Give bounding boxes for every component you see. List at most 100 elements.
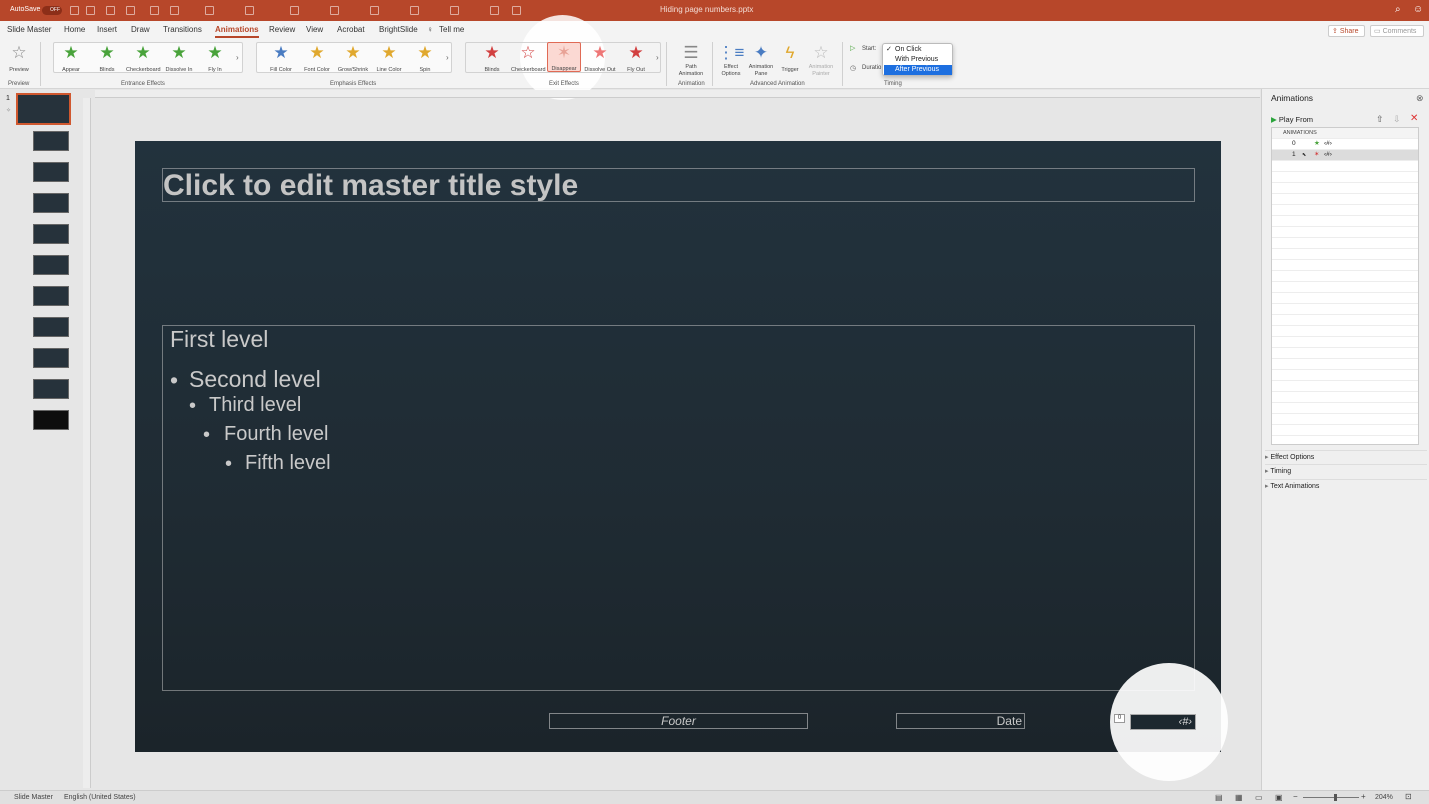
undo-icon[interactable]: [86, 6, 95, 15]
master-thumbnail[interactable]: [16, 93, 71, 125]
effect-grow-shrink[interactable]: ★ Grow/Shrink: [336, 43, 370, 81]
slide-sorter-icon[interactable]: ▦: [1235, 793, 1243, 802]
slideshow-icon[interactable]: ▣: [1275, 793, 1283, 802]
effect-dissolve-out[interactable]: ★ Dissolve Out: [583, 43, 617, 81]
zoom-in-icon[interactable]: +: [1361, 792, 1366, 801]
effect-spin[interactable]: ★ Spin: [408, 43, 442, 81]
option-after-previous[interactable]: After Previous: [884, 65, 952, 75]
tab-brightslide[interactable]: BrightSlide: [379, 25, 418, 34]
quick-access-icon[interactable]: [450, 6, 459, 15]
layout-thumbnail[interactable]: [33, 317, 69, 337]
option-on-click[interactable]: ✓ On Click: [884, 45, 952, 55]
effect-options-button[interactable]: ⋮≡ Effect Options: [714, 43, 748, 81]
reading-view-icon[interactable]: ▭: [1255, 793, 1263, 802]
layout-thumbnail[interactable]: [33, 379, 69, 399]
effect-checkerboard-in[interactable]: ★ Checkerboard: [126, 43, 161, 81]
effect-disappear[interactable]: ✶ Disappear: [547, 42, 581, 72]
effect-blinds-out[interactable]: ★ Blinds: [475, 43, 509, 81]
effect-fly-out[interactable]: ★ Fly Out: [619, 43, 653, 81]
layout-thumbnail[interactable]: [33, 255, 69, 275]
quick-access-icon[interactable]: [205, 6, 214, 15]
tab-view[interactable]: View: [306, 25, 323, 34]
redo-icon[interactable]: [106, 6, 115, 15]
slide-canvas[interactable]: Click to edit master title style First l…: [135, 141, 1221, 752]
effect-font-color[interactable]: ★ Font Color: [300, 43, 334, 81]
play-icon: ▶: [1271, 115, 1279, 124]
close-icon[interactable]: ⊗: [1416, 93, 1424, 104]
zoom-slider[interactable]: [1303, 797, 1359, 798]
tab-home[interactable]: Home: [64, 25, 85, 34]
quick-access-icon[interactable]: [370, 6, 379, 15]
fit-to-window-icon[interactable]: ⊡: [1405, 792, 1412, 801]
zoom-level[interactable]: 204%: [1375, 794, 1393, 801]
quick-access-icon[interactable]: [126, 6, 135, 15]
layout-thumbnail[interactable]: [33, 348, 69, 368]
effect-line-color[interactable]: ★ Line Color: [372, 43, 406, 81]
normal-view-icon[interactable]: ▤: [1215, 793, 1223, 802]
effect-blinds-in[interactable]: ★ Blinds: [90, 43, 124, 81]
trigger-button[interactable]: ϟ Trigger: [774, 43, 806, 81]
animation-painter-button[interactable]: ☆ Animation Painter: [803, 43, 839, 81]
quick-access-icon[interactable]: [490, 6, 499, 15]
layout-thumbnail[interactable]: [33, 162, 69, 182]
save-icon[interactable]: [70, 6, 79, 15]
quick-access-icon[interactable]: [245, 6, 254, 15]
effect-fly-in[interactable]: ★ Fly In: [198, 43, 232, 81]
option-with-previous[interactable]: With Previous: [884, 55, 952, 65]
share-button[interactable]: ⇪ Share: [1328, 25, 1365, 37]
preview-button[interactable]: ☆ Preview: [2, 43, 36, 81]
layout-thumbnail[interactable]: [33, 131, 69, 151]
comments-button[interactable]: ▭ Comments: [1370, 25, 1424, 37]
tell-me-field[interactable]: Tell me: [439, 25, 464, 34]
animation-row[interactable]: 1 ⬉ ✶ ‹#›: [1272, 150, 1418, 160]
layout-thumbnail[interactable]: [33, 193, 69, 213]
tab-insert[interactable]: Insert: [97, 25, 117, 34]
quick-access-icon[interactable]: [290, 6, 299, 15]
date-placeholder[interactable]: Date: [896, 713, 1025, 729]
quick-access-icon[interactable]: [410, 6, 419, 15]
effect-dissolve-in[interactable]: ★ Dissolve In: [162, 43, 196, 81]
layout-thumbnail[interactable]: [33, 286, 69, 306]
gallery-next-icon[interactable]: ›: [236, 53, 239, 62]
bullet: •: [170, 367, 179, 393]
layout-thumbnail[interactable]: [33, 410, 69, 430]
autosave-toggle[interactable]: OFF: [42, 6, 62, 15]
zoom-slider-thumb[interactable]: [1334, 794, 1337, 801]
view-mode-label: Slide Master: [14, 794, 53, 801]
zoom-out-icon[interactable]: −: [1293, 792, 1298, 801]
status-bar: Slide Master English (United States) ▤ ▦…: [0, 790, 1429, 804]
move-down-icon[interactable]: ⇩: [1393, 114, 1401, 125]
text-animations-section[interactable]: ▸ Text Animations: [1265, 479, 1427, 492]
account-icon[interactable]: ☺: [1413, 4, 1423, 15]
effect-fill-color[interactable]: ★ Fill Color: [264, 43, 298, 81]
gallery-next-icon[interactable]: ›: [446, 53, 449, 62]
delete-icon[interactable]: ✕: [1410, 113, 1418, 124]
effect-appear[interactable]: ★ Appear: [54, 43, 88, 81]
tab-draw[interactable]: Draw: [131, 25, 150, 34]
gallery-next-icon[interactable]: ›: [656, 53, 659, 62]
quick-access-icon[interactable]: [170, 6, 179, 15]
tab-transitions[interactable]: Transitions: [163, 25, 202, 34]
timing-section[interactable]: ▸ Timing: [1265, 464, 1427, 477]
tab-animations[interactable]: Animations: [215, 25, 259, 38]
play-from-button[interactable]: ▶ Play From: [1271, 115, 1313, 124]
move-up-icon[interactable]: ⇧: [1376, 114, 1384, 125]
footer-placeholder[interactable]: Footer: [549, 713, 808, 729]
search-icon[interactable]: ⌕: [1395, 4, 1401, 15]
title-placeholder[interactable]: Click to edit master title style: [162, 168, 1195, 202]
path-animation-button[interactable]: ☰ Path Animation: [673, 43, 709, 81]
content-placeholder[interactable]: First level • Second level • Third level…: [162, 325, 1195, 691]
animation-row[interactable]: 0 ★ ‹#›: [1272, 139, 1418, 149]
quick-access-icon[interactable]: [150, 6, 159, 15]
quick-access-icon[interactable]: [512, 6, 521, 15]
tab-slide-master[interactable]: Slide Master: [7, 25, 51, 34]
layout-thumbnail[interactable]: [33, 224, 69, 244]
tab-review[interactable]: Review: [269, 25, 295, 34]
effect-options-section[interactable]: ▸ Effect Options: [1265, 450, 1427, 463]
animation-pane-button[interactable]: ✦ Animation Pane: [744, 43, 778, 81]
page-number-placeholder[interactable]: ‹#›: [1130, 714, 1196, 730]
effect-checkerboard-out[interactable]: ☆ Checkerboard: [511, 43, 546, 81]
quick-access-icon[interactable]: [330, 6, 339, 15]
star-icon: ★: [135, 43, 151, 62]
tab-acrobat[interactable]: Acrobat: [337, 25, 365, 34]
